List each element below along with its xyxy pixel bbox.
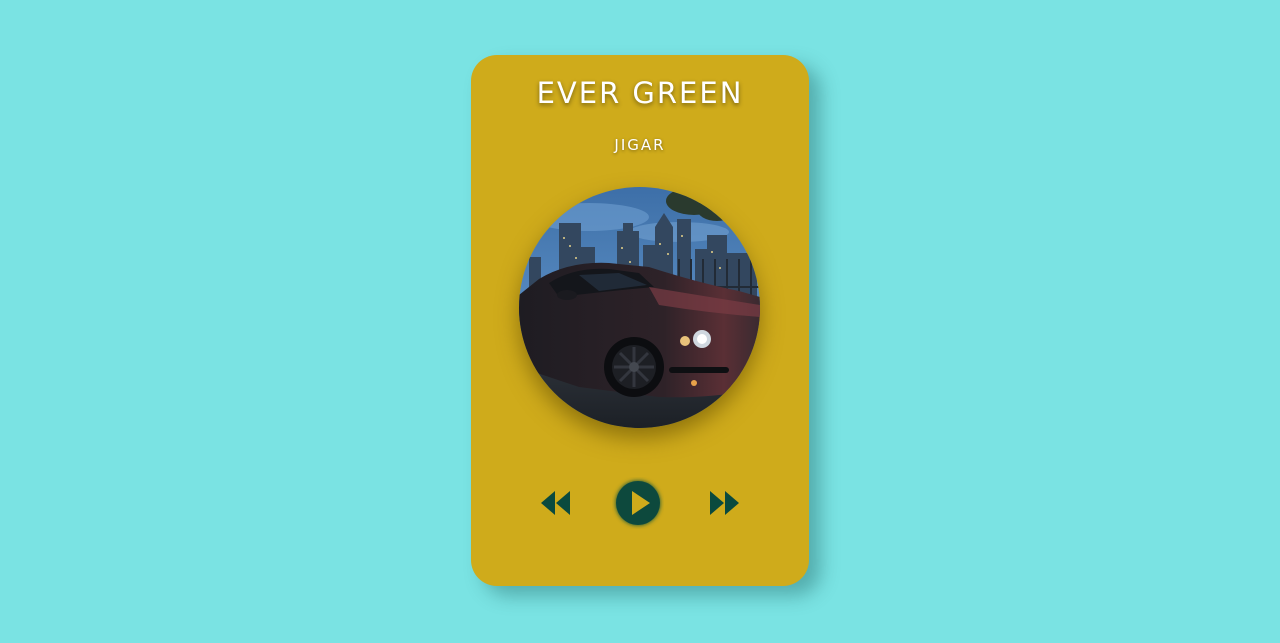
rewind-icon — [541, 491, 570, 515]
song-title: EVER GREEN — [536, 76, 744, 110]
rewind-button[interactable] — [538, 489, 574, 517]
album-art — [519, 187, 760, 428]
fast-forward-button[interactable] — [706, 489, 742, 517]
fast-forward-icon — [710, 491, 739, 515]
play-button[interactable] — [612, 477, 664, 529]
artist-name: JIGAR — [614, 136, 666, 154]
play-icon — [616, 481, 660, 525]
album-art-image — [519, 187, 760, 428]
